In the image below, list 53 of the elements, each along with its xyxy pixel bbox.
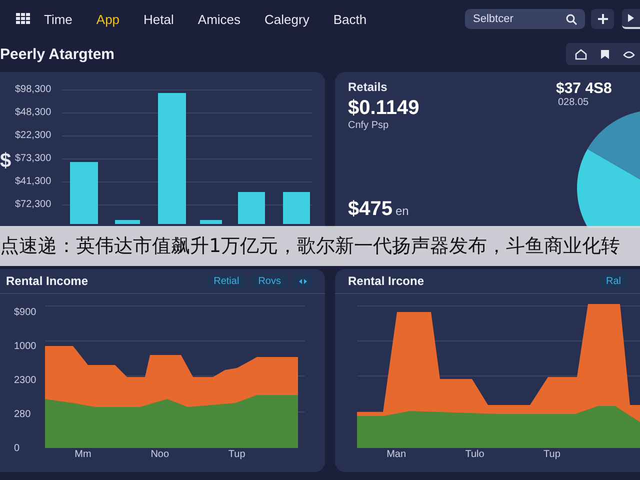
axis-label: Mm [74, 449, 92, 460]
axis-tick: 1000 [14, 341, 38, 352]
page-title: Peerly Atargtem [0, 46, 114, 62]
chart-bar [238, 192, 265, 224]
plus-icon [598, 14, 608, 24]
play-icon [628, 14, 634, 22]
axis-tick: 0 [14, 443, 21, 454]
axis-tick: 280 [14, 409, 32, 420]
bookmark-icon [599, 48, 611, 60]
chart-bar [70, 162, 98, 224]
axis-tick: $900 [14, 307, 38, 318]
nav-tab[interactable]: Hetal [144, 12, 174, 26]
axis-label: Tulo [465, 449, 484, 460]
arrows-icon [299, 278, 307, 284]
axis-tick: $98,300 [15, 83, 52, 97]
stat-value: $37 4S8 [556, 80, 613, 97]
axis-tick: $41,300 [15, 175, 52, 189]
axis-label: Man [386, 449, 406, 460]
filter-button[interactable]: Retial [206, 274, 246, 288]
axis-tick: $48,300 [15, 106, 52, 120]
axis-symbol: $ [0, 150, 12, 173]
nav-tab[interactable]: Amices [198, 12, 241, 26]
chart-bar [200, 220, 222, 224]
chart-bar [115, 220, 140, 224]
search-icon [566, 14, 577, 24]
nav-tab[interactable]: App [96, 12, 120, 26]
chart-bar [283, 192, 310, 224]
axis-label: Tup [228, 449, 246, 460]
filter-button[interactable]: Ral [598, 274, 628, 288]
axis-tick: 2300 [14, 375, 38, 386]
stat-caption: 028.05 [558, 97, 590, 108]
card-title: Rental Income [6, 274, 88, 288]
news-headline: 点速递：英伟达市值飙升1万亿元，歌尔新一代扬声器发布，斗鱼商业化转 [0, 234, 620, 259]
house-icon [575, 48, 587, 60]
expand-button[interactable] [293, 274, 313, 288]
search-field[interactable]: Selbtcer [465, 9, 585, 29]
eye-icon [623, 48, 635, 60]
play-button[interactable] [622, 9, 640, 29]
nav-tab[interactable]: Bacth [333, 12, 367, 26]
axis-label: Tup [544, 449, 560, 460]
grid-icon [16, 13, 30, 25]
stat-value: $475 [348, 198, 392, 221]
axis-tick: $72,300 [15, 198, 52, 212]
card-title: Rental Ircone [348, 274, 424, 288]
add-button[interactable] [591, 9, 614, 29]
stat-unit: en [396, 204, 409, 218]
axis-tick: $73,300 [15, 152, 52, 166]
nav-tab[interactable]: Time [44, 12, 72, 26]
axis-label: Noo [150, 449, 170, 460]
filter-button[interactable]: Rovs [251, 274, 288, 288]
nav-tab[interactable]: Calegry [264, 12, 310, 26]
axis-tick: $22,300 [15, 129, 52, 143]
stat-caption: Cnfy Psp [348, 120, 390, 131]
